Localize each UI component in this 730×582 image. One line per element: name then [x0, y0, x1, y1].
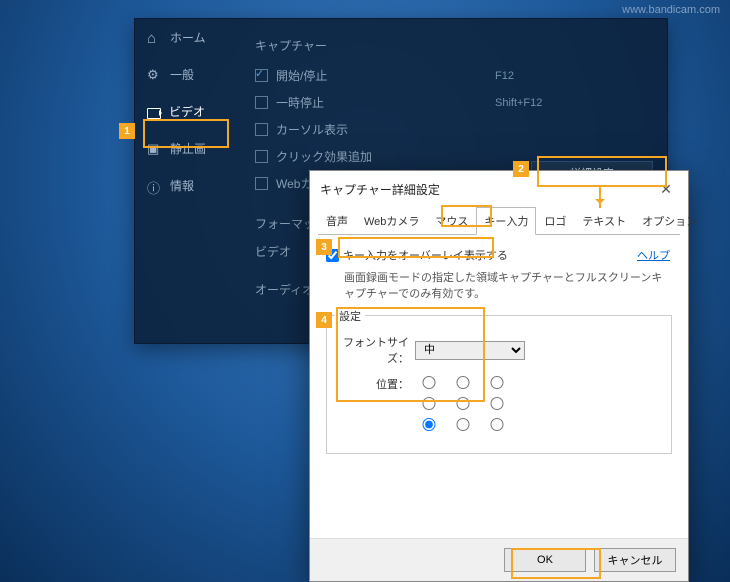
capture-detail-dialog: キャプチャー詳細設定 ✕ 音声 Webカメラ マウス キー入力 ロゴ テキスト …: [309, 170, 689, 582]
sidebar-item-general[interactable]: 一般: [135, 56, 239, 93]
opt-label: 一時停止: [276, 94, 324, 111]
dialog-titlebar: キャプチャー詳細設定 ✕: [310, 171, 688, 207]
sidebar: ホーム 一般 ビデオ 静止画 情報: [135, 19, 239, 343]
overlay-label: キー入力をオーバーレイ表示する: [343, 247, 508, 263]
pos-ml[interactable]: [419, 397, 439, 410]
help-link[interactable]: ヘルプ: [637, 247, 670, 263]
settings-fieldset: 設定 フォントサイズ： 中 位置：: [326, 315, 672, 454]
opt-label: カーソル表示: [276, 121, 348, 138]
pos-tr[interactable]: [487, 376, 507, 389]
cancel-button[interactable]: キャンセル: [594, 548, 676, 572]
sidebar-item-video[interactable]: ビデオ: [135, 93, 239, 130]
sidebar-item-home[interactable]: ホーム: [135, 19, 239, 56]
position-label: 位置：: [339, 376, 409, 392]
badge-1: 1: [119, 123, 135, 139]
badge-3: 3: [316, 239, 332, 255]
position-radio-grid: [419, 376, 507, 431]
opt-label: 開始/停止: [276, 67, 327, 84]
tab-text[interactable]: テキスト: [574, 207, 634, 235]
checkbox-icon: [255, 150, 268, 163]
tab-keyinput[interactable]: キー入力: [476, 207, 536, 235]
sidebar-label: 静止画: [170, 140, 206, 157]
fieldset-legend: 設定: [335, 308, 365, 324]
tab-webcam[interactable]: Webカメラ: [356, 207, 427, 235]
gear-icon: [147, 67, 162, 82]
checkbox-icon: [255, 69, 268, 82]
close-button[interactable]: ✕: [650, 179, 682, 199]
badge-2: 2: [513, 161, 529, 177]
arrow-2: [599, 186, 601, 208]
tab-logo[interactable]: ロゴ: [536, 207, 574, 235]
pos-bc[interactable]: [453, 418, 473, 431]
font-size-label: フォントサイズ：: [339, 334, 409, 366]
opt-label: クリック効果追加: [276, 148, 372, 165]
sidebar-item-info[interactable]: 情報: [135, 167, 239, 204]
pos-tl[interactable]: [419, 376, 439, 389]
pos-mc[interactable]: [453, 397, 473, 410]
sidebar-label: 情報: [170, 177, 194, 194]
opt-start-stop[interactable]: 開始/停止 F12: [255, 62, 653, 89]
dialog-body: キー入力をオーバーレイ表示する ヘルプ 画面録画モードの指定した領域キャプチャー…: [310, 235, 688, 466]
dialog-title: キャプチャー詳細設定: [320, 181, 440, 198]
tab-option[interactable]: オプション: [634, 207, 705, 235]
pos-br[interactable]: [487, 418, 507, 431]
overlay-note: 画面録画モードの指定した領域キャプチャーとフルスクリーンキャプチャーでのみ有効で…: [344, 269, 672, 301]
home-icon: [147, 30, 162, 45]
sidebar-item-image[interactable]: 静止画: [135, 130, 239, 167]
position-row: 位置：: [339, 376, 659, 431]
group-capture: キャプチャー: [255, 37, 653, 54]
tab-audio[interactable]: 音声: [318, 207, 356, 235]
opt-pause[interactable]: 一時停止 Shift+F12: [255, 89, 653, 116]
dialog-tabs: 音声 Webカメラ マウス キー入力 ロゴ テキスト オプション: [310, 207, 688, 235]
checkbox-icon: [255, 123, 268, 136]
image-icon: [147, 141, 162, 156]
section-video: ビデオ: [255, 243, 291, 260]
sidebar-label: 一般: [170, 66, 194, 83]
checkbox-icon: [255, 177, 268, 190]
hotkey: Shift+F12: [495, 97, 542, 109]
opt-cursor[interactable]: カーソル表示: [255, 116, 653, 143]
pos-mr[interactable]: [487, 397, 507, 410]
section-audio: オーディオ: [255, 281, 314, 298]
pos-bl[interactable]: [419, 418, 439, 431]
sidebar-label: ホーム: [170, 29, 206, 46]
tab-mouse[interactable]: マウス: [427, 207, 476, 235]
font-size-select[interactable]: 中: [415, 341, 525, 360]
info-icon: [147, 178, 162, 193]
watermark: www.bandicam.com: [622, 4, 720, 16]
ok-button[interactable]: OK: [504, 548, 586, 572]
dialog-footer: OK キャンセル: [310, 538, 688, 581]
badge-4: 4: [316, 312, 332, 328]
pos-tc[interactable]: [453, 376, 473, 389]
checkbox-icon: [255, 96, 268, 109]
hotkey: F12: [495, 70, 514, 82]
font-size-row: フォントサイズ： 中: [339, 334, 659, 366]
overlay-checkbox-row[interactable]: キー入力をオーバーレイ表示する: [326, 247, 672, 263]
sidebar-label: ビデオ: [169, 103, 205, 120]
video-icon: [147, 108, 161, 119]
